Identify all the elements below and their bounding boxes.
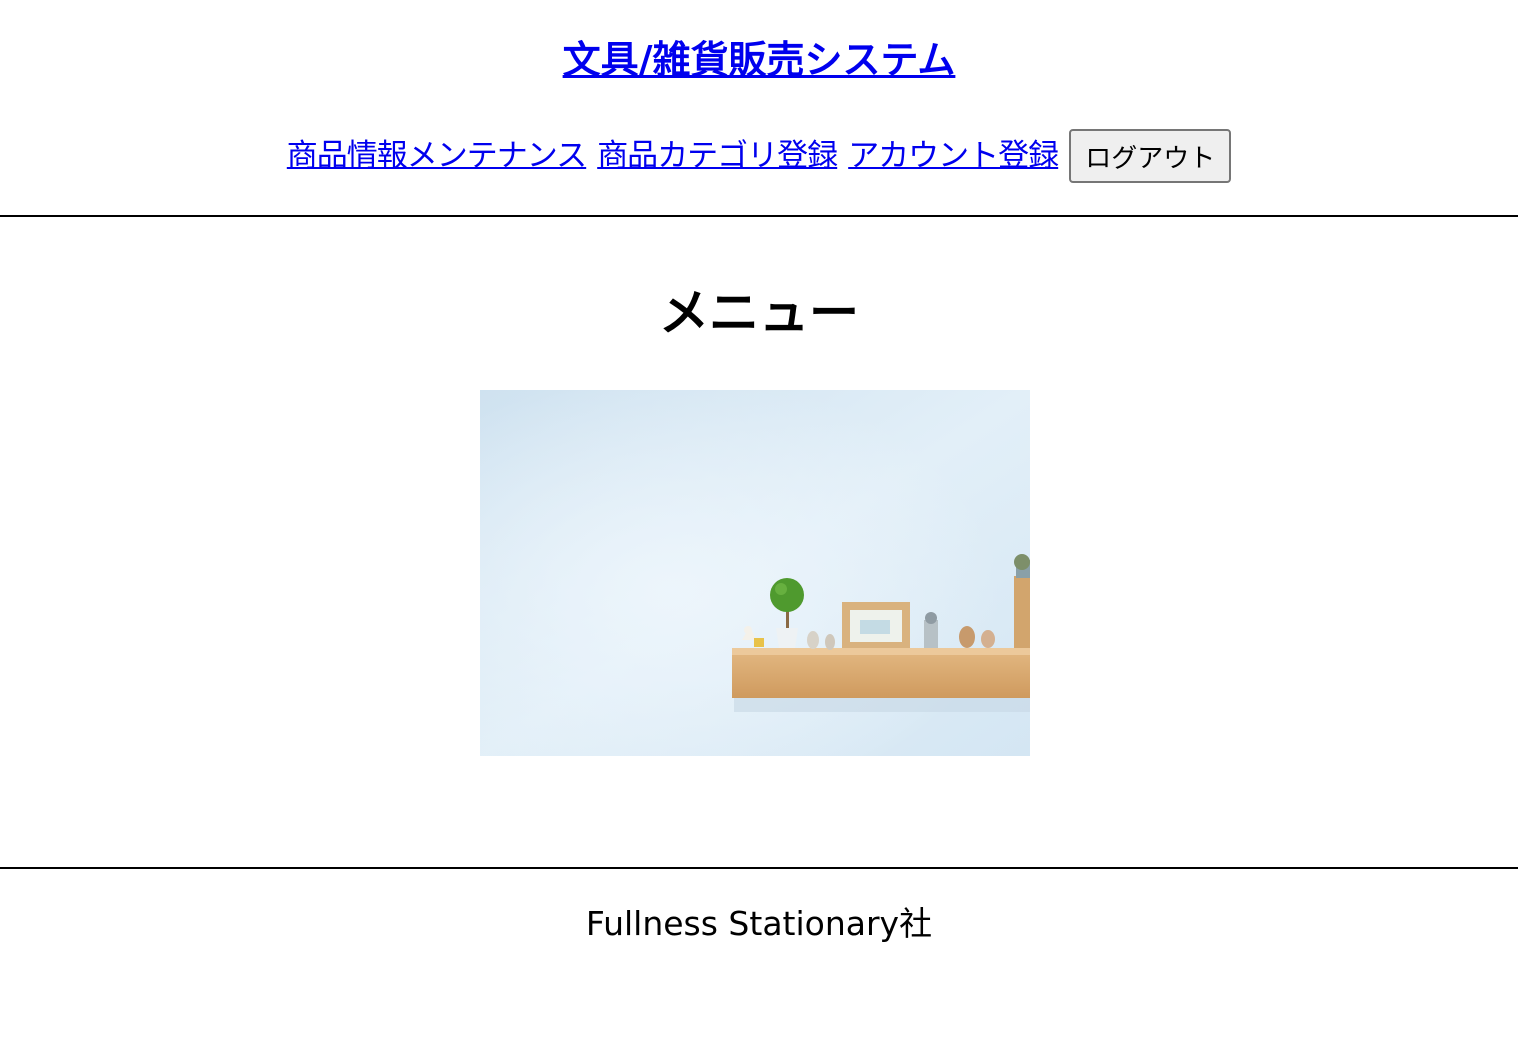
page-title: メニュー [659, 284, 859, 342]
site-title-link[interactable]: 文具/雑貨販売システム [563, 38, 956, 82]
nav-link-product-maintenance[interactable]: 商品情報メンテナンス [287, 136, 587, 176]
footer-company-name: Fullness Stationary社 [585, 904, 933, 943]
site-title: 文具/雑貨販売システム [0, 32, 1518, 88]
nav-link-category-registration[interactable]: 商品カテゴリ登録 [597, 136, 838, 176]
hero-image [480, 390, 1030, 756]
logout-button[interactable]: ログアウト [1069, 129, 1232, 183]
main-nav: 商品情報メンテナンス 商品カテゴリ登録 アカウント登録 ログアウト [0, 128, 1518, 184]
footer-divider [0, 867, 1518, 869]
nav-link-account-registration[interactable]: アカウント登録 [848, 136, 1059, 176]
header-divider [0, 215, 1518, 217]
